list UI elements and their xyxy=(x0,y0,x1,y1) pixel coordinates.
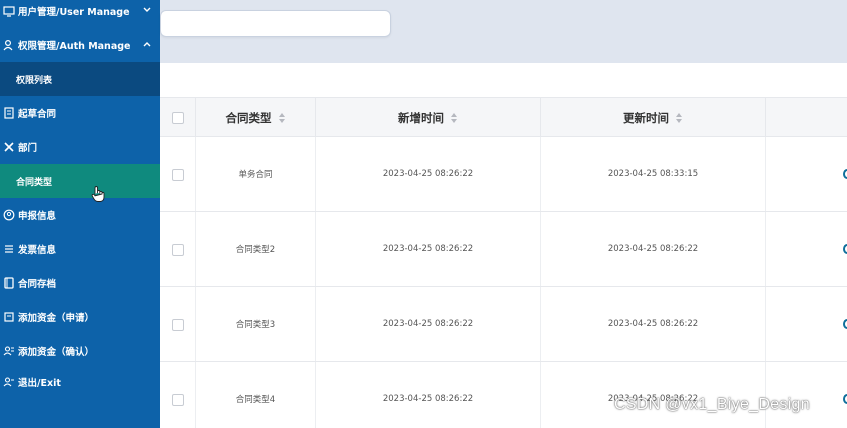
cell-created-time: 2023-04-25 08:26:22 xyxy=(316,137,541,211)
user-exit-icon xyxy=(2,375,16,389)
note-icon xyxy=(2,310,16,324)
sidebar-item-label: 申报信息 xyxy=(18,211,57,222)
users-icon xyxy=(2,344,16,358)
sidebar-item-auth-manage[interactable]: 权限管理/Auth Manage xyxy=(0,28,160,62)
toolbar-area xyxy=(160,63,847,97)
sidebar-item-department[interactable]: 部门 xyxy=(0,130,160,164)
cell-contract-type: 单务合同 xyxy=(196,137,316,211)
top-header xyxy=(160,0,847,63)
cell-created-time: 2023-04-25 08:26:22 xyxy=(316,287,541,361)
table-header: 合同类型 新增时间 更新时间 xyxy=(160,97,847,137)
sidebar-item-contract-archive[interactable]: 合同存档 xyxy=(0,266,160,300)
cell-updated-time: 2023-04-25 08:26:22 xyxy=(541,212,766,286)
hand-cursor-icon xyxy=(91,186,105,202)
cell-contract-type: 合同类型4 xyxy=(196,362,316,428)
sidebar-item-label: 部门 xyxy=(18,143,38,154)
sidebar-subitem-permission-list[interactable]: 权限列表 xyxy=(0,62,160,96)
cell-updated-time: 2023-04-25 08:26:22 xyxy=(541,287,766,361)
sidebar-item-label: 添加资金（申请） xyxy=(18,313,95,324)
chevron-up-icon[interactable] xyxy=(142,39,152,49)
search-input[interactable] xyxy=(160,10,391,37)
row-checkbox[interactable] xyxy=(172,319,184,331)
document-icon xyxy=(2,106,16,120)
cell-contract-type: 合同类型3 xyxy=(196,287,316,361)
sidebar-item-draft-contract[interactable]: 起草合同 xyxy=(0,96,160,130)
cell-actions xyxy=(766,362,847,428)
sidebar-item-exit[interactable]: 退出/Exit xyxy=(0,365,160,399)
sort-icon[interactable] xyxy=(675,112,683,123)
sort-icon[interactable] xyxy=(278,112,286,123)
cross-icon xyxy=(2,140,16,154)
row-checkbox[interactable] xyxy=(172,244,184,256)
sidebar: 用户管理/User Manage 权限管理/Auth Manage 权限列表 起… xyxy=(0,0,160,428)
header-created-time[interactable]: 新增时间 xyxy=(316,98,541,137)
cell-actions xyxy=(766,137,847,211)
sidebar-item-label: 权限列表 xyxy=(16,75,53,86)
monitor-icon xyxy=(2,4,16,18)
action-icon[interactable] xyxy=(843,394,847,404)
row-checkbox[interactable] xyxy=(172,394,184,406)
person-circle-icon xyxy=(2,208,16,222)
watermark: CSDN @vx1_Biye_Design xyxy=(614,396,810,413)
sort-icon[interactable] xyxy=(450,112,458,123)
table-row: 合同类型3 2023-04-25 08:26:22 2023-04-25 08:… xyxy=(160,287,847,362)
sidebar-subitem-contract-type[interactable]: 合同类型 xyxy=(0,164,160,198)
sidebar-item-label: 退出/Exit xyxy=(18,378,61,389)
sidebar-item-label: 用户管理/User Manage xyxy=(18,7,130,18)
sidebar-item-add-funds-confirm[interactable]: 添加资金（确认） xyxy=(0,334,160,368)
sidebar-item-label: 发票信息 xyxy=(18,245,57,256)
row-checkbox[interactable] xyxy=(172,169,184,181)
sidebar-item-declaration-info[interactable]: 申报信息 xyxy=(0,198,160,232)
sidebar-item-label: 权限管理/Auth Manage xyxy=(18,41,131,52)
cell-actions xyxy=(766,287,847,361)
sidebar-item-label: 合同类型 xyxy=(16,177,53,188)
header-actions xyxy=(766,98,847,137)
sidebar-item-label: 合同存档 xyxy=(18,279,57,290)
cell-updated-time: 2023-04-25 08:26:22 xyxy=(541,362,766,428)
action-icon[interactable] xyxy=(843,169,847,179)
cell-created-time: 2023-04-25 08:26:22 xyxy=(316,212,541,286)
sidebar-item-add-funds-apply[interactable]: 添加资金（申请） xyxy=(0,300,160,334)
select-all-checkbox[interactable] xyxy=(172,112,184,124)
sidebar-item-invoice-info[interactable]: 发票信息 xyxy=(0,232,160,266)
book-icon xyxy=(2,276,16,290)
list-icon xyxy=(2,242,16,256)
cell-actions xyxy=(766,212,847,286)
cell-updated-time: 2023-04-25 08:33:15 xyxy=(541,137,766,211)
action-icon[interactable] xyxy=(843,319,847,329)
action-icon[interactable] xyxy=(843,244,847,254)
cell-contract-type: 合同类型2 xyxy=(196,212,316,286)
chevron-down-icon[interactable] xyxy=(142,5,152,15)
table-row: 合同类型2 2023-04-25 08:26:22 2023-04-25 08:… xyxy=(160,212,847,287)
user-key-icon xyxy=(2,38,16,52)
select-all-column xyxy=(160,98,196,137)
header-contract-type[interactable]: 合同类型 xyxy=(196,98,316,137)
sidebar-item-label: 添加资金（确认） xyxy=(18,347,95,358)
table-row: 单务合同 2023-04-25 08:26:22 2023-04-25 08:3… xyxy=(160,137,847,212)
sidebar-item-label: 起草合同 xyxy=(18,109,57,120)
contract-type-table: 合同类型 新增时间 更新时间 单务合同 2023-04-25 08:26:22 … xyxy=(160,97,847,428)
cell-created-time: 2023-04-25 08:26:22 xyxy=(316,362,541,428)
sidebar-item-user-manage[interactable]: 用户管理/User Manage xyxy=(0,0,160,28)
header-updated-time[interactable]: 更新时间 xyxy=(541,98,766,137)
table-row: 合同类型4 2023-04-25 08:26:22 2023-04-25 08:… xyxy=(160,362,847,428)
